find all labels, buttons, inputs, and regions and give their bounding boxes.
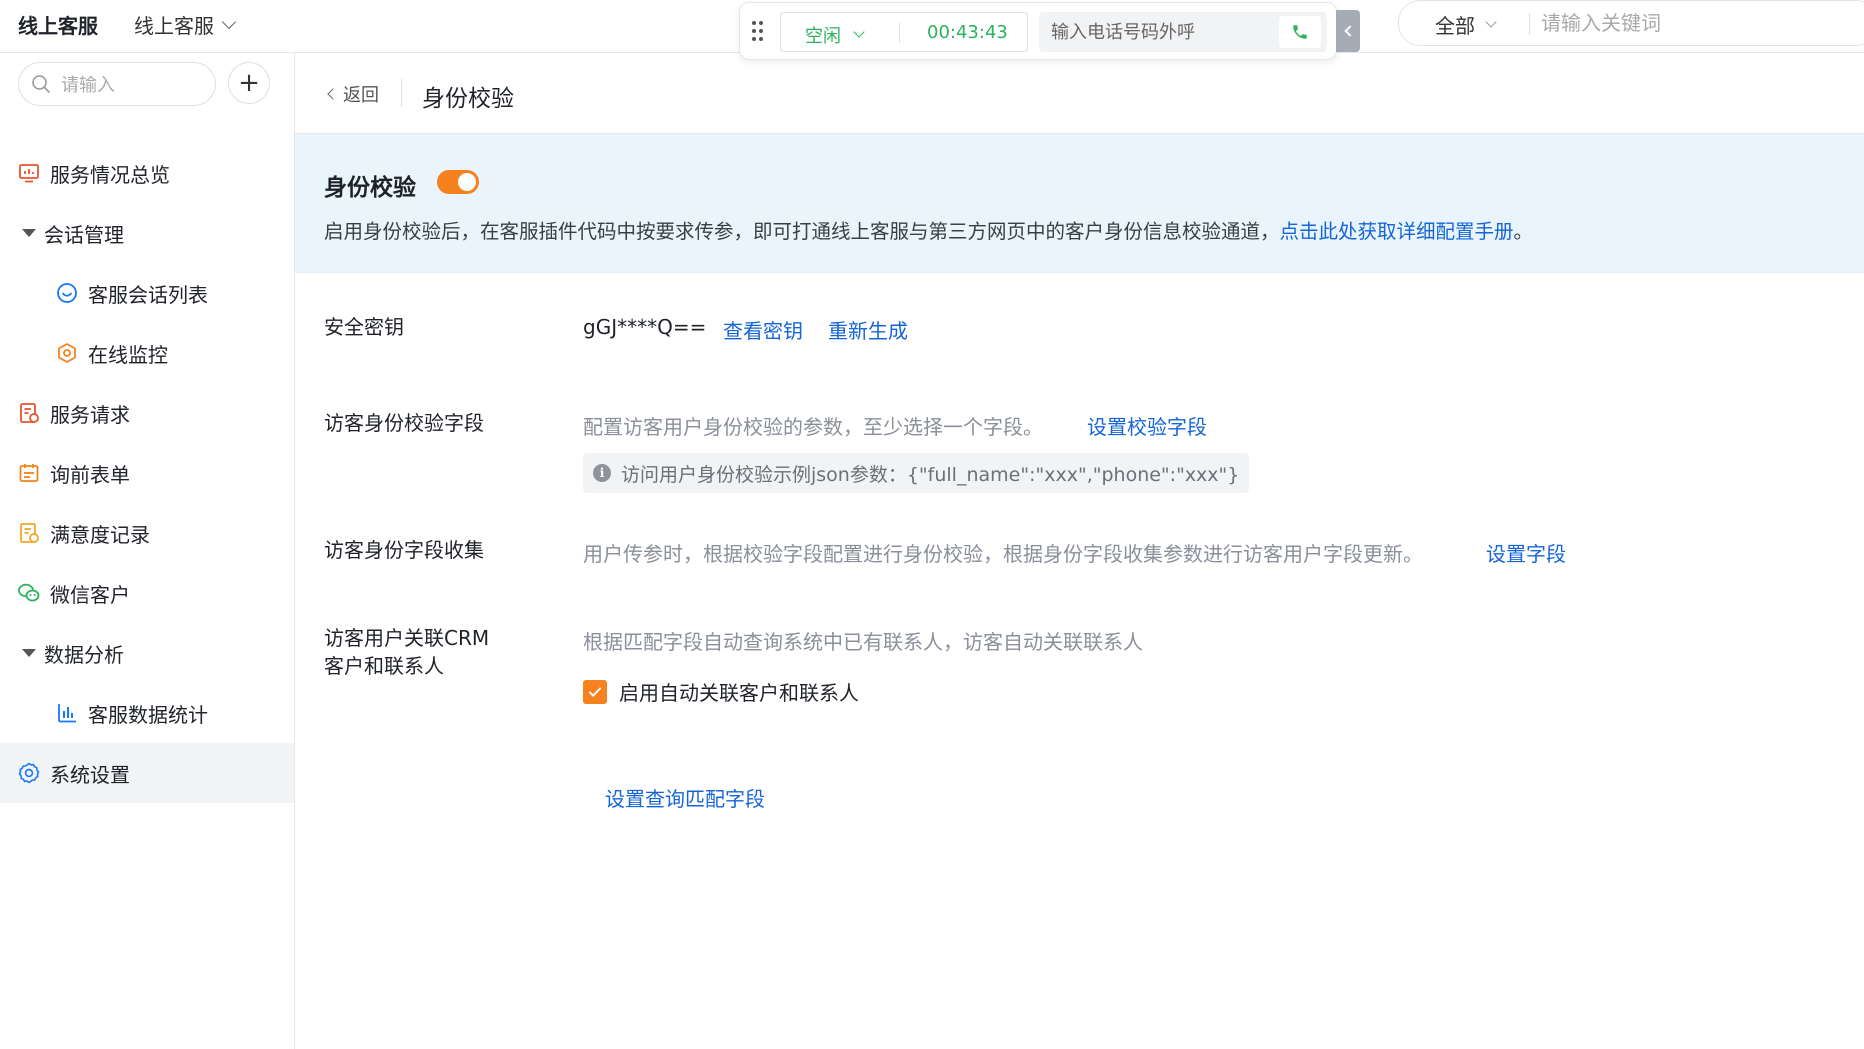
chat-bubble-icon	[54, 280, 80, 306]
gear-icon	[16, 760, 42, 786]
crm-link-label: 访客用户关联CRM 客户和联系人	[324, 624, 489, 680]
add-button[interactable]: +	[228, 62, 270, 104]
app-switcher[interactable]: 线上客服	[134, 10, 237, 39]
sidebar-item-service-statistics[interactable]: 客服数据统计	[0, 683, 294, 743]
agent-status-box: 空闲 00:43:43	[780, 12, 1028, 52]
banner-description: 启用身份校验后，在客服插件代码中按要求传参，即可打通线上客服与第三方网页中的客户…	[324, 215, 1533, 244]
collect-fields-label: 访客身份字段收集	[324, 538, 484, 562]
phone-icon	[1293, 25, 1307, 39]
back-label: 返回	[343, 85, 379, 106]
top-bar: 线上客服 线上客服 空闲 00:43:43 输入电话号码外呼 全部 请输入关键词	[0, 0, 1864, 60]
sidebar-item-label: 微信客户	[50, 582, 130, 607]
identity-verify-banner: 身份校验 启用身份校验后，在客服插件代码中按要求传参，即可打通线上客服与第三方网…	[295, 134, 1864, 273]
sidebar-item-label: 在线监控	[88, 342, 168, 367]
status-timer: 00:43:43	[927, 22, 1008, 43]
agent-status-select[interactable]: 空闲	[805, 22, 865, 48]
divider	[401, 79, 402, 107]
search-scope-select[interactable]: 全部	[1435, 10, 1497, 39]
identity-verify-toggle[interactable]	[437, 170, 479, 194]
page-title: 身份校验	[422, 86, 514, 112]
sidebar-group-session-management[interactable]: 会话管理	[0, 203, 294, 263]
auto-link-checkbox[interactable]: 启用自动关联客户和联系人	[583, 677, 859, 706]
caret-down-icon	[22, 649, 36, 657]
sidebar-item-session-list[interactable]: 客服会话列表	[0, 263, 294, 323]
sidebar-item-satisfaction-records[interactable]: 满意度记录	[0, 503, 294, 563]
bar-chart-icon	[54, 700, 80, 726]
dial-box	[1039, 12, 1327, 52]
chevron-down-icon	[221, 14, 237, 29]
sidebar-item-online-monitor[interactable]: 在线监控	[0, 323, 294, 383]
call-button[interactable]	[1279, 16, 1321, 48]
main-content: 返回 身份校验 身份校验 启用身份校验后，在客服插件代码中按要求传参，即可打通线…	[295, 53, 1864, 1049]
sidebar-item-label: 客服会话列表	[88, 282, 208, 307]
sidebar-item-service-request[interactable]: 服务请求	[0, 383, 294, 443]
sidebar-item-label: 系统设置	[50, 762, 130, 787]
crm-link-label-line1: 访客用户关联CRM	[324, 626, 490, 650]
agent-status-label: 空闲	[805, 26, 841, 47]
banner-desc-tail: 。	[1513, 220, 1534, 243]
sidebar-item-label: 服务请求	[50, 402, 130, 427]
sidebar-item-label: 询前表单	[50, 462, 130, 487]
divider	[1529, 13, 1530, 35]
chevron-down-icon	[1485, 15, 1497, 28]
banner-title: 身份校验	[324, 175, 416, 201]
chevron-left-icon	[1344, 25, 1356, 37]
sidebar-item-label: 客服数据统计	[88, 702, 208, 727]
caret-down-icon	[22, 229, 36, 237]
sidebar-search	[18, 62, 216, 106]
divider	[899, 23, 900, 43]
search-scope-label: 全部	[1435, 14, 1475, 38]
regenerate-key-link[interactable]: 重新生成	[828, 315, 908, 344]
sidebar-group-data-analysis[interactable]: 数据分析	[0, 623, 294, 683]
verify-fields-label: 访客身份校验字段	[324, 411, 484, 435]
request-doc-icon	[16, 400, 42, 426]
monitor-chart-icon	[16, 160, 42, 186]
set-match-fields-link[interactable]: 设置查询匹配字段	[605, 783, 765, 812]
sidebar-search-input[interactable]	[61, 73, 201, 97]
set-verify-fields-link[interactable]: 设置校验字段	[1087, 411, 1207, 440]
chevron-left-icon	[327, 88, 339, 100]
auto-link-checkbox-label: 启用自动关联客户和联系人	[619, 681, 859, 705]
checkbox-checked-icon	[583, 679, 607, 704]
verify-json-tip-text: 访问用户身份校验示例json参数：{"full_name":"xxx","pho…	[621, 463, 1240, 486]
sidebar-item-label: 会话管理	[44, 222, 124, 247]
info-icon: i	[593, 464, 611, 482]
brand-title: 线上客服	[18, 14, 98, 38]
security-key-label: 安全密钥	[324, 315, 404, 339]
banner-desc-text: 启用身份校验后，在客服插件代码中按要求传参，即可打通线上客服与第三方网页中的客户…	[324, 220, 1280, 243]
view-key-link[interactable]: 查看密钥	[723, 315, 803, 344]
crm-link-label-line2: 客户和联系人	[324, 654, 444, 678]
verify-json-tip: i 访问用户身份校验示例json参数：{"full_name":"xxx","p…	[583, 453, 1250, 493]
set-collect-fields-link[interactable]: 设置字段	[1486, 538, 1566, 567]
search-icon	[32, 75, 50, 93]
collect-fields-desc: 用户传参时，根据校验字段配置进行身份校验，根据身份字段收集参数进行访客用户字段更…	[583, 542, 1423, 566]
breadcrumb: 返回 身份校验	[295, 53, 1864, 134]
verify-fields-desc: 配置访客用户身份校验的参数，至少选择一个字段。	[583, 415, 1043, 439]
sidebar-item-label: 服务情况总览	[50, 162, 170, 187]
chevron-down-icon	[853, 26, 865, 38]
sidebar-item-label: 满意度记录	[50, 522, 150, 547]
hexagon-monitor-icon	[54, 340, 80, 366]
call-toolbar: 空闲 00:43:43	[739, 2, 1337, 60]
sidebar-item-system-settings[interactable]: 系统设置	[0, 743, 294, 803]
form-icon	[16, 460, 42, 486]
sidebar: + 服务情况总览 会话管理 客服会话列表 在线监控 服务请求	[0, 53, 295, 1049]
sidebar-item-label: 数据分析	[44, 642, 124, 667]
satisfaction-doc-icon	[16, 520, 42, 546]
wechat-icon	[16, 580, 42, 606]
sidebar-item-wechat-customers[interactable]: 微信客户	[0, 563, 294, 623]
back-button[interactable]: 返回	[327, 81, 379, 107]
dial-number-input[interactable]	[1051, 19, 1271, 45]
security-key-value: gGJ****Q==	[583, 315, 707, 339]
global-search: 全部	[1398, 0, 1864, 46]
global-search-input[interactable]	[1541, 10, 1841, 36]
crm-link-desc: 根据匹配字段自动查询系统中已有联系人，访客自动关联联系人	[583, 630, 1143, 654]
config-manual-link[interactable]: 点击此处获取详细配置手册	[1280, 220, 1514, 243]
app-switcher-label: 线上客服	[134, 14, 214, 38]
sidebar-item-pre-inquiry-form[interactable]: 询前表单	[0, 443, 294, 503]
collapse-toolbar-button[interactable]	[1336, 10, 1360, 52]
sidebar-item-service-overview[interactable]: 服务情况总览	[0, 143, 294, 203]
drag-handle-icon[interactable]	[752, 21, 764, 43]
plus-icon: +	[238, 68, 260, 98]
